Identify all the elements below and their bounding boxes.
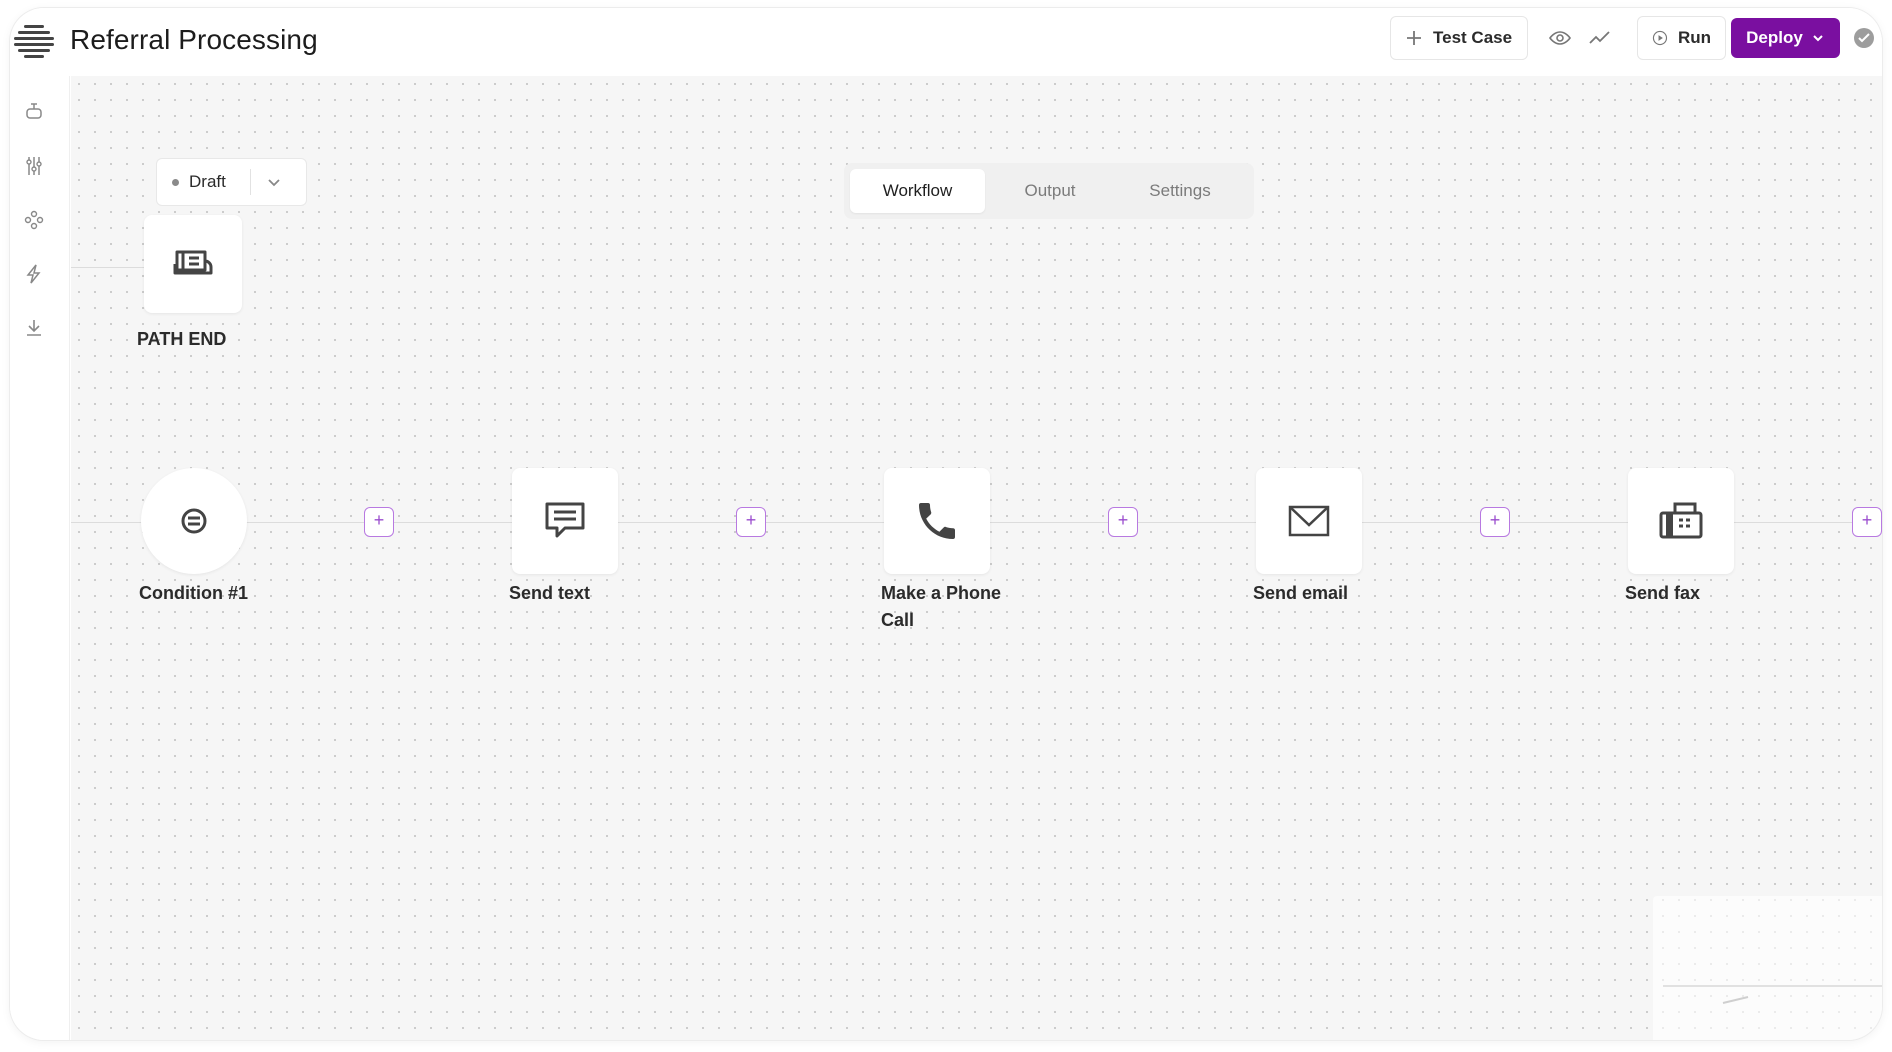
components-icon[interactable] <box>22 208 46 232</box>
add-step-button[interactable]: + <box>1108 507 1138 537</box>
send-email-label: Send email <box>1253 583 1349 603</box>
plus-icon <box>1407 31 1421 45</box>
test-case-button[interactable]: Test Case <box>1390 16 1528 60</box>
tab-settings[interactable]: Settings <box>1115 169 1245 213</box>
send-text-node[interactable] <box>512 468 618 574</box>
minimap-preview <box>1663 985 1882 1004</box>
mail-icon <box>1288 505 1330 537</box>
fax-icon <box>1659 502 1703 539</box>
tab-output[interactable]: Output <box>985 169 1115 213</box>
page-title: Referral Processing <box>70 24 318 55</box>
path-end-label: PATH END <box>137 329 227 349</box>
version-status-dropdown[interactable]: Draft <box>156 158 307 206</box>
view-tabs: Workflow Output Settings <box>844 163 1254 219</box>
filter-settings-icon[interactable] <box>22 154 46 178</box>
left-sidebar <box>10 76 70 1040</box>
phone-call-label: Make a Phone Call <box>881 583 1002 630</box>
activity-icon[interactable] <box>1585 23 1615 53</box>
play-icon <box>1652 30 1668 46</box>
mailbox-icon <box>173 250 213 275</box>
add-step-button[interactable]: + <box>1480 507 1510 537</box>
status-label: Draft <box>189 172 226 191</box>
phone-icon <box>919 503 955 539</box>
chevron-down-icon <box>1813 35 1823 42</box>
eye-icon[interactable] <box>1545 23 1575 53</box>
logo-icon[interactable] <box>14 21 54 61</box>
condition-icon <box>181 508 207 534</box>
deploy-label: Deploy <box>1746 28 1803 47</box>
app-window: Referral Processing Test Case Run Deploy <box>10 8 1882 1040</box>
status-dot <box>172 178 179 186</box>
send-text-label: Send text <box>509 583 591 603</box>
run-button[interactable]: Run <box>1637 16 1726 60</box>
run-label: Run <box>1677 28 1711 47</box>
minimap[interactable] <box>1653 896 1882 1040</box>
condition-label: Condition #1 <box>139 583 248 603</box>
agent-icon[interactable] <box>22 100 46 124</box>
deploy-button[interactable]: Deploy <box>1731 18 1840 58</box>
message-icon <box>545 502 585 538</box>
workflow-canvas[interactable]: Draft Workflow Output Settings PATH END … <box>71 76 1882 1040</box>
header: Referral Processing Test Case Run Deploy <box>10 8 1882 76</box>
tab-workflow[interactable]: Workflow <box>850 169 985 213</box>
path-end-node[interactable] <box>144 215 242 313</box>
check-circle-icon[interactable] <box>1849 23 1879 53</box>
send-fax-label: Send fax <box>1625 583 1701 603</box>
add-step-button[interactable]: + <box>364 507 394 537</box>
test-case-label: Test Case <box>1433 28 1513 47</box>
phone-call-node[interactable] <box>884 468 990 574</box>
lightning-icon[interactable] <box>22 262 46 286</box>
chevron-down-icon <box>268 179 280 187</box>
send-email-node[interactable] <box>1256 468 1362 574</box>
download-icon[interactable] <box>22 316 46 340</box>
add-step-button[interactable]: + <box>1852 507 1882 537</box>
send-fax-node[interactable] <box>1628 468 1734 574</box>
add-step-button[interactable]: + <box>736 507 766 537</box>
condition-node[interactable] <box>141 468 247 574</box>
